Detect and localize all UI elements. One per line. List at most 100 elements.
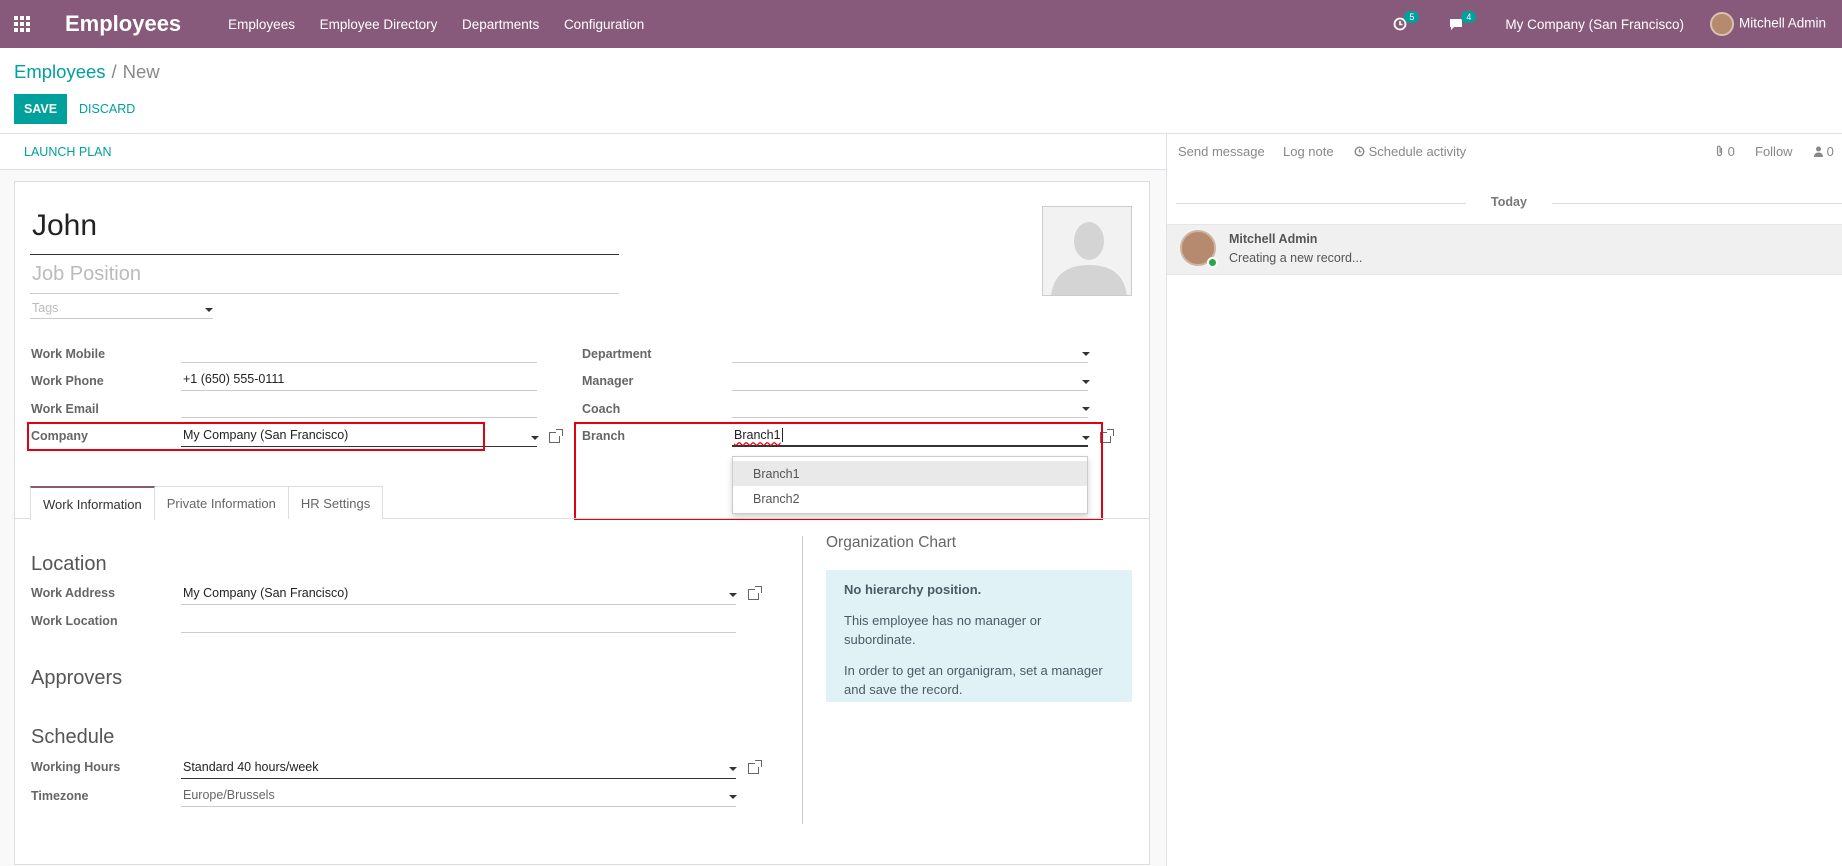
menu-employees[interactable]: Employees — [228, 17, 295, 32]
working-hours-select[interactable]: Standard 40 hours/week — [181, 757, 737, 779]
work-email-input[interactable] — [181, 396, 537, 418]
log-note-button[interactable]: Log note — [1283, 144, 1334, 159]
work-address-select[interactable]: My Company (San Francisco) — [181, 583, 737, 605]
highlight-company — [27, 422, 485, 451]
coach-select[interactable] — [732, 396, 1090, 418]
schedule-activity-button[interactable]: Schedule activity — [1354, 144, 1466, 159]
attachments-count: 0 — [1727, 144, 1735, 159]
schedule-section-title: Schedule — [31, 726, 115, 748]
chevron-down-icon — [729, 767, 737, 771]
followers-button[interactable]: 0 — [1814, 144, 1834, 159]
department-label: Department — [582, 347, 652, 361]
main-menu: Employees Employee Directory Departments… — [228, 17, 665, 32]
work-phone-input[interactable]: +1 (650) 555-0111 — [181, 369, 537, 391]
activities-button[interactable]: 5 — [1393, 11, 1422, 31]
branch-option-branch2[interactable]: Branch2 — [733, 486, 1087, 511]
manager-label: Manager — [582, 374, 634, 388]
company-switcher[interactable]: My Company (San Francisco) — [1505, 17, 1684, 32]
schedule-activity-label: Schedule activity — [1368, 144, 1467, 159]
external-link-icon[interactable] — [748, 760, 762, 774]
user-icon — [1814, 146, 1823, 157]
org-chart-heading: No hierarchy position. — [844, 582, 982, 597]
top-navbar: Employees Employees Employee Directory D… — [0, 0, 1842, 48]
tab-private-information[interactable]: Private Information — [153, 486, 289, 519]
external-link-icon[interactable] — [549, 429, 563, 443]
work-phone-label: Work Phone — [31, 374, 104, 388]
follow-button[interactable]: Follow — [1755, 144, 1793, 159]
message-author[interactable]: Mitchell Admin — [1229, 232, 1317, 246]
working-hours-label: Working Hours — [31, 760, 121, 774]
message-count-badge: 4 — [1461, 11, 1477, 23]
online-status-icon — [1207, 257, 1218, 268]
tab-hr-settings[interactable]: HR Settings — [287, 486, 384, 519]
org-chart-line2: In order to get an organigram, set a man… — [844, 663, 1103, 697]
work-location-input[interactable] — [181, 611, 736, 633]
send-message-button[interactable]: Send message — [1178, 144, 1265, 159]
work-mobile-input[interactable] — [181, 341, 537, 363]
chevron-down-icon — [729, 795, 737, 799]
menu-employee-directory[interactable]: Employee Directory — [320, 17, 438, 32]
employee-name-input[interactable]: John — [30, 209, 619, 255]
job-position-input[interactable]: Job Position — [30, 263, 619, 294]
user-avatar — [1709, 12, 1734, 36]
timezone-label: Timezone — [31, 789, 89, 803]
followers-count: 0 — [1826, 144, 1834, 159]
timezone-value: Europe/Brussels — [183, 788, 275, 802]
control-panel: Employees / New SAVE DISCARD — [0, 48, 1842, 134]
chevron-down-icon — [1082, 352, 1090, 356]
chevron-down-icon — [531, 436, 539, 440]
chatter-message: Mitchell Admin Creating a new record... — [1167, 224, 1842, 275]
chevron-down-icon — [729, 593, 737, 597]
discard-button[interactable]: DISCARD — [79, 94, 135, 124]
menu-departments[interactable]: Departments — [462, 17, 539, 32]
notebook-tabs: Work Information Private Information HR … — [30, 486, 384, 520]
approvers-section-title: Approvers — [31, 667, 123, 689]
chatter-topbar: Send message Log note Schedule activity … — [1167, 134, 1842, 170]
breadcrumb-employees-link[interactable]: Employees — [14, 61, 106, 82]
work-mobile-label: Work Mobile — [31, 347, 106, 361]
app-title: Employees — [65, 11, 182, 36]
tab-work-information[interactable]: Work Information — [30, 486, 155, 520]
activity-count-badge: 5 — [1404, 11, 1420, 23]
work-address-value: My Company (San Francisco) — [183, 586, 349, 600]
menu-configuration[interactable]: Configuration — [564, 17, 644, 32]
attachments-button[interactable]: 0 — [1715, 144, 1735, 159]
apps-grid-icon — [14, 16, 30, 32]
apps-menu-button[interactable] — [0, 0, 44, 48]
date-separator: Today — [1176, 195, 1842, 209]
chevron-down-icon — [1082, 380, 1090, 384]
breadcrumb: Employees / New — [14, 61, 160, 83]
employee-photo[interactable] — [1042, 206, 1132, 296]
messages-button[interactable]: 4 — [1448, 11, 1479, 31]
tags-input[interactable]: Tags — [30, 301, 213, 319]
manager-select[interactable] — [732, 369, 1090, 391]
coach-label: Coach — [582, 402, 621, 416]
org-chart-title: Organization Chart — [826, 534, 957, 551]
work-location-label: Work Location — [31, 614, 118, 628]
branch-autocomplete-dropdown: Branch1 Branch2 — [732, 456, 1088, 514]
work-address-label: Work Address — [31, 586, 116, 600]
chevron-down-icon — [1082, 407, 1090, 411]
vertical-separator — [802, 536, 803, 824]
branch-option-branch1[interactable]: Branch1 — [733, 461, 1087, 486]
form-statusbar: LAUNCH PLAN — [0, 134, 1166, 170]
paperclip-icon — [1716, 145, 1723, 157]
org-chart-line1: This employee has no manager or subordin… — [844, 613, 1042, 647]
user-name: Mitchell Admin — [1738, 15, 1826, 31]
breadcrumb-separator: / — [111, 61, 117, 82]
org-chart-alert: No hierarchy position. This employee has… — [826, 570, 1132, 702]
save-button[interactable]: SAVE — [14, 94, 67, 124]
clock-icon — [1354, 146, 1365, 157]
chevron-down-icon — [205, 308, 213, 312]
timezone-select[interactable]: Europe/Brussels — [181, 785, 737, 807]
department-select[interactable] — [732, 341, 1090, 363]
tags-placeholder: Tags — [32, 301, 59, 315]
launch-plan-button[interactable]: LAUNCH PLAN — [24, 145, 112, 159]
location-section-title: Location — [31, 553, 107, 575]
message-body: Creating a new record... — [1229, 251, 1363, 265]
external-link-icon[interactable] — [748, 586, 762, 600]
work-email-label: Work Email — [31, 402, 99, 416]
user-menu[interactable]: Mitchell Admin — [1709, 12, 1826, 36]
breadcrumb-current: New — [122, 61, 160, 82]
person-silhouette-icon — [1043, 207, 1131, 295]
